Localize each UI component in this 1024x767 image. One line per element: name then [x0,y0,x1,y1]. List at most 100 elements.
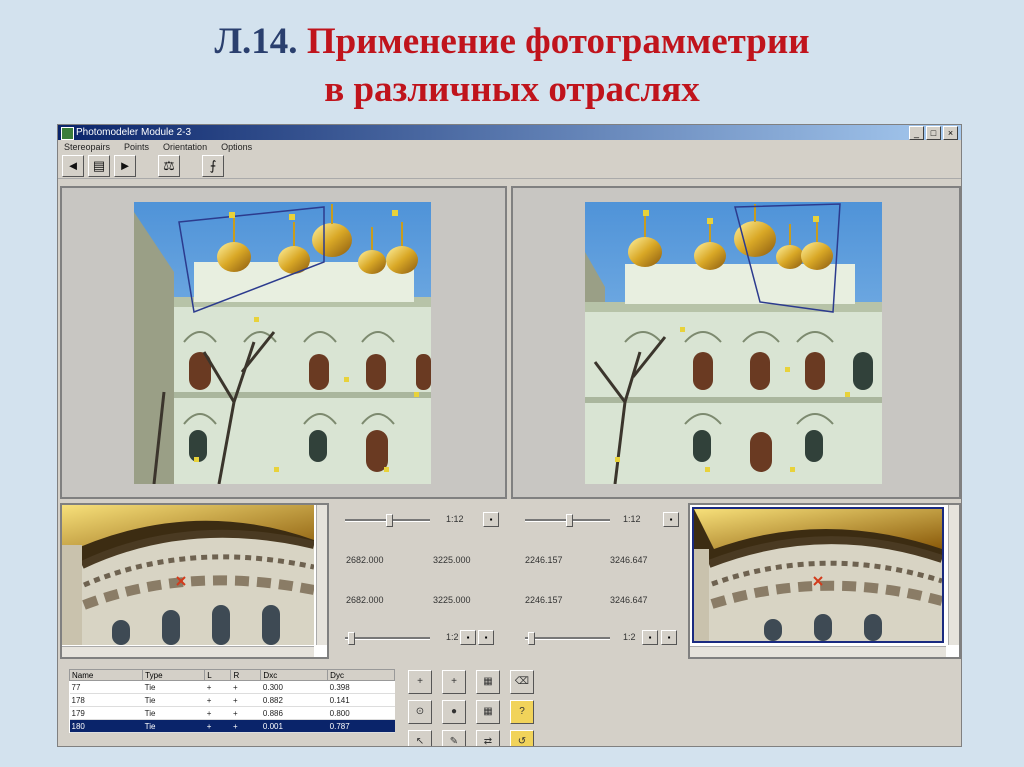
cell: + [230,693,261,707]
app-window: Photomodeler Module 2-3 _ □ × Stereopair… [57,124,962,747]
right-coord-x2: 2246.157 [525,595,563,605]
add-point-icon[interactable]: + [408,670,432,694]
table-row[interactable]: 178 Tie + +0.882 0.141 [69,693,395,707]
add-tie-icon[interactable]: + [442,670,466,694]
left-zoom-value: 1:12 [446,514,464,524]
col-type[interactable]: Type [142,669,206,681]
maximize-icon[interactable]: □ [926,126,941,140]
forward-arrow-icon[interactable]: ► [114,155,136,177]
cell: Tie [142,706,205,720]
table-header-row: Name Type L R Dxc Dyc [68,669,395,681]
balance-icon[interactable]: ⚖ [158,155,180,177]
table-row[interactable]: 179 Tie + +0.886 0.800 [69,706,395,720]
cell: + [204,706,231,720]
right-zoom-hscroll[interactable] [690,646,946,657]
function-icon[interactable]: ⨍ [202,155,224,177]
cell: Tie [142,693,205,707]
right-coord-x1: 2246.157 [525,555,563,565]
cell: 0.001 [260,719,328,733]
cell: 0.398 [327,680,395,694]
app-icon [61,127,74,140]
window-titlebar[interactable]: Photomodeler Module 2-3 _ □ × [58,125,961,140]
cell: 179 [69,706,143,720]
right-zoom-value: 1:12 [623,514,641,524]
cell: 178 [69,693,143,707]
left-zoom-photo[interactable] [62,505,314,645]
cell: + [230,719,261,733]
cell: 0.882 [260,693,328,707]
left-cathedral-photo[interactable] [134,202,431,484]
cell: 77 [69,680,143,694]
slide-title-line2: в различных отраслях [324,69,700,110]
cell: 0.886 [260,706,328,720]
col-name[interactable]: Name [68,669,144,681]
right-mag-value: 1:2 [623,632,636,642]
left-mag-slider-thumb[interactable] [348,632,355,645]
cell: 0.300 [260,680,328,694]
right-zoom-photo[interactable] [692,507,944,643]
right-mag-button-2[interactable]: ▪ [661,630,677,645]
close-icon[interactable]: × [943,126,958,140]
table-icon[interactable]: ▦ [476,700,500,724]
left-mag-button-1[interactable]: ▪ [460,630,476,645]
window-title: Photomodeler Module 2-3 [76,127,192,138]
menubar: Stereopairs Points Orientation Options [58,140,961,154]
menu-points[interactable]: Points [124,140,149,154]
refresh-icon[interactable]: ↺ [510,730,534,746]
table-row-selected[interactable]: 180 Tie + +0.001 0.787 [69,719,395,733]
left-zoom-vscroll[interactable] [316,505,327,645]
cell: Tie [142,680,205,694]
right-mag-slider-thumb[interactable] [528,632,535,645]
back-arrow-icon[interactable]: ◄ [62,155,84,177]
edit-icon[interactable]: ✎ [442,730,466,746]
right-coord-y1: 3246.647 [610,555,648,565]
right-mag-button-1[interactable]: ▪ [642,630,658,645]
minimize-icon[interactable]: _ [909,126,924,140]
left-zoom-slider-thumb[interactable] [386,514,393,527]
pointer-icon[interactable]: ↖ [408,730,432,746]
cathedral-image-left [134,202,431,484]
cathedral-image-right [585,202,882,484]
target-icon[interactable]: ⊙ [408,700,432,724]
cell: + [204,693,231,707]
cell: + [204,680,231,694]
right-cathedral-photo[interactable] [585,202,882,484]
menu-orientation[interactable]: Orientation [163,140,207,154]
slide-number: Л.14. [214,21,298,62]
swap-icon[interactable]: ⇄ [476,730,500,746]
points-table: Name Type L R Dxc Dyc 77 Tie + +0.300 0.398 … [68,669,395,733]
left-mag-button-2[interactable]: ▪ [478,630,494,645]
col-right[interactable]: R [230,669,262,681]
cell: + [204,719,231,733]
left-mag-slider-track[interactable] [345,637,430,640]
slide-title: Л.14. Применение фотограмметрии в различ… [0,18,1024,114]
left-zoom-hscroll[interactable] [62,646,314,657]
right-zoom-slider-thumb[interactable] [566,514,573,527]
left-coord-x1: 2682.000 [346,555,384,565]
list-icon[interactable]: ▤ [88,155,110,177]
right-zoom-apply-icon[interactable]: ▪ [663,512,679,527]
grid-icon[interactable]: ▦ [476,670,500,694]
cell: + [230,706,261,720]
delete-icon[interactable]: ⌫ [510,670,534,694]
col-left[interactable]: L [204,669,232,681]
left-zoom-apply-icon[interactable]: ▪ [483,512,499,527]
left-coord-x2: 2682.000 [346,595,384,605]
menu-stereopairs[interactable]: Stereopairs [64,140,110,154]
right-zoom-vscroll[interactable] [948,505,959,645]
cell: 0.787 [327,719,395,733]
col-dxc[interactable]: Dxc [260,669,329,681]
table-row[interactable]: 77 Tie + +0.300 0.398 [69,680,395,694]
left-mag-value: 1:2 [446,632,459,642]
dome-closeup-right [694,509,942,641]
help-icon[interactable]: ? [510,700,534,724]
left-coord-y2: 3225.000 [433,595,471,605]
right-mag-slider-track[interactable] [525,637,610,640]
left-zoom-panel [60,503,329,659]
col-dyc[interactable]: Dyc [327,669,395,681]
cell: Tie [142,719,205,733]
dot-icon[interactable]: ● [442,700,466,724]
right-coord-y2: 3246.647 [610,595,648,605]
right-zoom-panel [688,503,961,659]
menu-options[interactable]: Options [221,140,252,154]
